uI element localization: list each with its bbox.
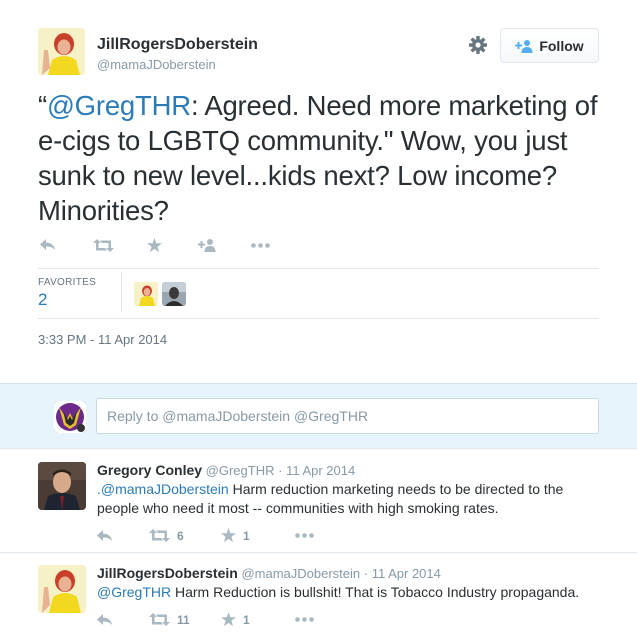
favorite-action[interactable] bbox=[147, 237, 198, 253]
user-avatar bbox=[54, 401, 86, 433]
reply-text: @GregTHR Harm Reduction is bullshit! Tha… bbox=[97, 583, 597, 602]
gear-icon[interactable] bbox=[468, 35, 488, 55]
follow-person-icon bbox=[515, 39, 533, 53]
reply-date[interactable]: · 11 Apr 2014 bbox=[278, 463, 355, 478]
reply-icon bbox=[97, 613, 113, 626]
more-action[interactable] bbox=[251, 242, 270, 248]
reply-author-name[interactable]: JillRogersDoberstein bbox=[97, 565, 238, 581]
reply-icon bbox=[40, 239, 56, 251]
reply-author-avatar[interactable] bbox=[38, 462, 86, 510]
main-tweet: JillRogersDoberstein @mamaJDoberstein Fo… bbox=[0, 0, 637, 383]
reply-actions: 11 1 bbox=[97, 612, 314, 627]
retweet-count: 11 bbox=[177, 612, 190, 627]
reply-mention-link[interactable]: @GregTHR bbox=[97, 584, 171, 600]
reply-tweet[interactable]: Gregory Conley @GregTHR · 11 Apr 2014 .@… bbox=[0, 449, 637, 553]
author-avatar[interactable] bbox=[38, 28, 85, 75]
favorites-count[interactable]: 2 bbox=[38, 290, 47, 310]
favorite-action[interactable]: 1 bbox=[221, 528, 295, 543]
reply-placeholder: Reply to @mamaJDoberstein @GregTHR bbox=[107, 408, 369, 424]
reply-actions: 6 1 bbox=[97, 528, 314, 543]
more-action[interactable] bbox=[295, 617, 314, 622]
favorite-action[interactable]: 1 bbox=[221, 612, 295, 627]
reply-author-name[interactable]: Gregory Conley bbox=[97, 462, 202, 478]
follow-button[interactable]: Follow bbox=[500, 28, 599, 63]
tweet-mention-link[interactable]: @GregTHR bbox=[47, 90, 191, 121]
favorite-count: 1 bbox=[243, 528, 250, 543]
author-handle[interactable]: @mamaJDoberstein bbox=[97, 57, 216, 72]
reply-icon bbox=[97, 529, 113, 542]
follow-plus-action[interactable] bbox=[198, 238, 251, 252]
reply-text: .@mamaJDoberstein Harm reduction marketi… bbox=[97, 480, 597, 518]
more-dots-icon bbox=[295, 617, 314, 622]
retweet-count: 6 bbox=[177, 528, 184, 543]
reply-date[interactable]: · 11 Apr 2014 bbox=[364, 566, 441, 581]
favorite-star-icon bbox=[221, 528, 236, 543]
author-name[interactable]: JillRogersDoberstein bbox=[97, 36, 258, 54]
follow-button-label: Follow bbox=[539, 37, 584, 54]
follow-plus-icon bbox=[198, 238, 216, 252]
reply-header: Gregory Conley @GregTHR · 11 Apr 2014 bbox=[97, 462, 355, 478]
reply-header: JillRogersDoberstein @mamaJDoberstein · … bbox=[97, 565, 441, 581]
favorite-star-icon bbox=[221, 612, 236, 627]
more-action[interactable] bbox=[295, 533, 314, 538]
favorite-count: 1 bbox=[243, 612, 250, 627]
stats-separator bbox=[121, 272, 122, 312]
reply-action[interactable] bbox=[40, 239, 93, 251]
reply-body: Harm Reduction is bullshit! That is Toba… bbox=[171, 584, 580, 600]
divider-top bbox=[38, 268, 599, 269]
favoriter-avatar[interactable] bbox=[162, 282, 186, 306]
reply-input[interactable]: Reply to @mamaJDoberstein @GregTHR bbox=[96, 398, 599, 434]
favorites-label: FAVORITES bbox=[38, 277, 97, 288]
tweet-text: “@GregTHR: Agreed. Need more marketing o… bbox=[38, 88, 608, 228]
retweet-action[interactable]: 6 bbox=[149, 529, 221, 543]
quote-mark: “ bbox=[38, 90, 47, 121]
tweet-timestamp[interactable]: 3:33 PM - 11 Apr 2014 bbox=[38, 332, 167, 347]
retweet-icon bbox=[93, 238, 114, 252]
retweet-icon bbox=[149, 529, 170, 542]
reply-action[interactable] bbox=[97, 613, 149, 626]
reply-tweet[interactable]: JillRogersDoberstein @mamaJDoberstein · … bbox=[0, 553, 637, 639]
divider-bottom bbox=[38, 318, 599, 319]
retweet-icon bbox=[149, 613, 170, 626]
reply-author-avatar[interactable] bbox=[38, 565, 86, 613]
more-dots-icon bbox=[251, 242, 270, 248]
reply-author-handle[interactable]: @GregTHR bbox=[206, 463, 275, 478]
more-dots-icon bbox=[295, 533, 314, 538]
tweet-actions bbox=[38, 234, 270, 256]
retweet-action[interactable]: 11 bbox=[149, 613, 221, 627]
favoriter-avatar[interactable] bbox=[134, 282, 158, 306]
reply-action[interactable] bbox=[97, 529, 149, 542]
retweet-action[interactable] bbox=[93, 238, 147, 252]
reply-mention-link[interactable]: .@mamaJDoberstein bbox=[97, 481, 229, 497]
favorite-star-icon bbox=[147, 237, 162, 253]
reply-author-handle[interactable]: @mamaJDoberstein bbox=[241, 566, 360, 581]
